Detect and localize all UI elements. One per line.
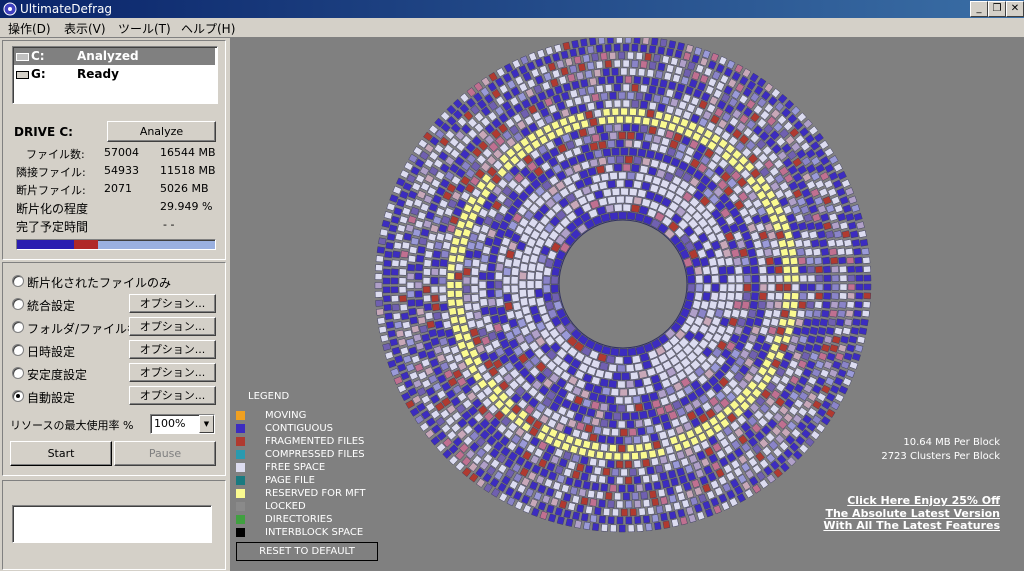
legend-label: COMPRESSED FILES <box>265 449 365 460</box>
drive-heading: DRIVE C: <box>14 125 73 139</box>
option-radio[interactable] <box>12 298 24 310</box>
drive-row-g[interactable]: G: Ready <box>14 66 215 83</box>
legend-label: FRAGMENTED FILES <box>265 436 365 447</box>
option-radio[interactable] <box>12 344 24 356</box>
drive-letter: C: <box>31 49 45 63</box>
drive-row-c[interactable]: C: Analyzed <box>14 48 215 65</box>
app-icon <box>3 2 17 16</box>
legend-label: LOCKED <box>265 501 306 512</box>
per-block-stat: 10.64 MB Per Block <box>903 437 1000 448</box>
option-settings-button[interactable]: オプション... <box>129 317 216 336</box>
resource-label: リソースの最大使用率 % <box>10 419 134 432</box>
legend-swatch <box>236 424 245 433</box>
contiguous-size-value: 11518 MB <box>160 164 216 177</box>
close-button[interactable]: ✕ <box>1006 1 1024 17</box>
option-label[interactable]: 日時設定 <box>27 343 75 360</box>
title-bar: UltimateDefrag _ ❐ ✕ <box>0 0 1024 18</box>
drive-status: Ready <box>77 67 119 81</box>
menu-tools[interactable]: ツール(T) <box>118 20 171 37</box>
eta-value: - - <box>163 218 175 231</box>
start-button[interactable]: Start <box>10 441 112 466</box>
legend-swatch <box>236 463 245 472</box>
window-title: UltimateDefrag <box>20 2 113 16</box>
status-text-box <box>12 505 212 543</box>
promo-link-1[interactable]: Click Here Enjoy 25% Off <box>847 494 1000 507</box>
fragmentation-label: 断片化の程度 <box>16 202 89 216</box>
hard-drive-icon <box>16 71 29 79</box>
minimize-button[interactable]: _ <box>970 1 988 17</box>
drive-list: C: Analyzed G: Ready <box>12 46 218 104</box>
resource-select-value: 100% <box>154 417 186 430</box>
option-radio[interactable] <box>12 367 24 379</box>
legend-label: CONTIGUOUS <box>265 423 333 434</box>
option-settings-button[interactable]: オプション... <box>129 294 216 313</box>
fragmented-segment <box>74 240 98 249</box>
legend-swatch <box>236 437 245 446</box>
legend-label: RESERVED FOR MFT <box>265 488 366 499</box>
drive-usage-bar <box>16 239 216 250</box>
option-label[interactable]: 自動設定 <box>27 389 75 406</box>
restore-button[interactable]: ❐ <box>988 1 1006 17</box>
menu-operation[interactable]: 操作(D) <box>8 20 51 37</box>
option-label[interactable]: フォルダ/ファイル名 <box>27 320 139 337</box>
drive-status: Analyzed <box>77 49 139 63</box>
chevron-down-icon[interactable]: ▼ <box>199 415 214 433</box>
eta-label: 完了予定時間 <box>16 220 89 234</box>
option-label[interactable]: 断片化されたファイルのみ <box>27 274 171 291</box>
contiguous-count-value: 54933 <box>104 164 139 177</box>
legend-swatch <box>236 476 245 485</box>
option-label[interactable]: 統合設定 <box>27 297 75 314</box>
resource-select[interactable]: 100% ▼ <box>150 414 215 434</box>
option-radio[interactable] <box>12 321 24 333</box>
pause-button[interactable]: Pause <box>114 441 216 466</box>
legend-swatch <box>236 515 245 524</box>
legend-label: FREE SPACE <box>265 462 326 473</box>
legend-label: INTERBLOCK SPACE <box>265 527 364 538</box>
option-radio[interactable] <box>12 390 24 402</box>
legend-swatch <box>236 411 245 420</box>
menu-view[interactable]: 表示(V) <box>64 20 106 37</box>
file-size-value: 16544 MB <box>160 146 216 159</box>
option-settings-button[interactable]: オプション... <box>129 386 216 405</box>
contiguous-segment <box>17 240 74 249</box>
legend-label: DIRECTORIES <box>265 514 333 525</box>
option-settings-button[interactable]: オプション... <box>129 363 216 382</box>
option-radio[interactable] <box>12 275 24 287</box>
disk-center-hole <box>558 219 688 349</box>
legend-swatch <box>236 528 245 537</box>
fragmented-count-value: 2071 <box>104 182 132 195</box>
option-label[interactable]: 安定度設定 <box>27 366 87 383</box>
fragmented-files-label: 断片ファイル: <box>16 184 86 197</box>
disk-map-area: LEGEND MOVING CONTIGUOUS FRAGMENTED FILES C… <box>230 38 1024 571</box>
hard-drive-icon <box>16 53 29 61</box>
file-count-value: 57004 <box>104 146 139 159</box>
legend-swatch <box>236 450 245 459</box>
legend-label: MOVING <box>265 410 307 421</box>
reset-default-button[interactable]: RESET TO DEFAULT <box>236 542 378 561</box>
analyze-button[interactable]: Analyze <box>107 121 216 142</box>
clusters-per-block-stat: 2723 Clusters Per Block <box>881 451 1000 462</box>
legend-swatch <box>236 502 245 511</box>
legend-swatch <box>236 489 245 498</box>
promo-link-3[interactable]: With All The Latest Features <box>823 519 1000 532</box>
legend-title: LEGEND <box>248 391 290 402</box>
contiguous-files-label: 隣接ファイル: <box>16 166 86 179</box>
option-settings-button[interactable]: オプション... <box>129 340 216 359</box>
fragmentation-value: 29.949 % <box>160 200 213 213</box>
file-count-label: ファイル数: <box>26 148 85 161</box>
fragmented-size-value: 5026 MB <box>160 182 209 195</box>
left-panel: C: Analyzed G: Ready DRIVE C: Analyze ファ… <box>0 38 228 571</box>
drive-letter: G: <box>31 67 46 81</box>
legend-label: PAGE FILE <box>265 475 315 486</box>
menu-help[interactable]: ヘルプ(H) <box>181 20 235 37</box>
menu-bar: 操作(D) 表示(V) ツール(T) ヘルプ(H) <box>0 18 1024 38</box>
